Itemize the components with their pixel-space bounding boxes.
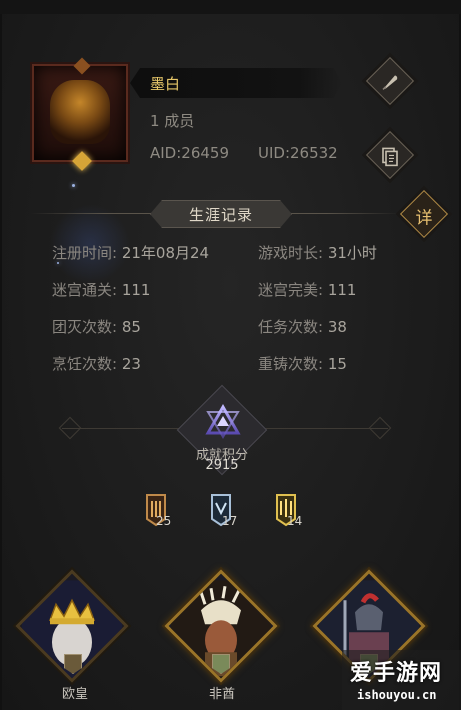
player-name: 墨白 [150,75,181,93]
aid-label: AID:26459 [150,144,230,162]
document-icon [373,139,407,173]
stat-cooking: 烹饪次数: 23 [52,355,141,373]
character-name-1: 欧皇 [61,687,88,702]
character-name-2: 非酋 [208,687,235,702]
achievement-star-icon[interactable] [203,402,243,442]
stat-register-time: 注册时间: 21年08月24 [52,244,210,262]
top-border [0,0,461,14]
details-label: 详 [415,207,433,228]
stat-play-time: 游戏时长: 31小时 [258,244,377,262]
quill-icon [373,65,407,99]
watermark-title: 爱手游网 [350,661,443,686]
watermark-url: ishouyou.cn [357,688,437,702]
uid-label: UID:26532 [258,144,338,162]
stat-quests: 任务次数: 38 [258,318,347,336]
section-title: 生涯记录 [188,206,253,224]
stat-maze-clear: 迷宫通关: 111 [52,281,151,299]
silver-badge-count: 17 [222,514,238,528]
bronze-badge-count: 25 [156,514,172,528]
stat-team-wipes: 团灭次数: 85 [52,318,141,336]
player-avatar[interactable] [32,57,128,171]
stat-maze-perfect: 迷宫完美: 111 [258,281,357,299]
gold-badge-count: 14 [287,514,303,528]
achievement-score: 2915 [205,458,239,473]
sparkle-icon [72,184,75,187]
stat-reforge: 重铸次数: 15 [258,355,347,373]
member-count: 1 成员 [150,112,195,130]
